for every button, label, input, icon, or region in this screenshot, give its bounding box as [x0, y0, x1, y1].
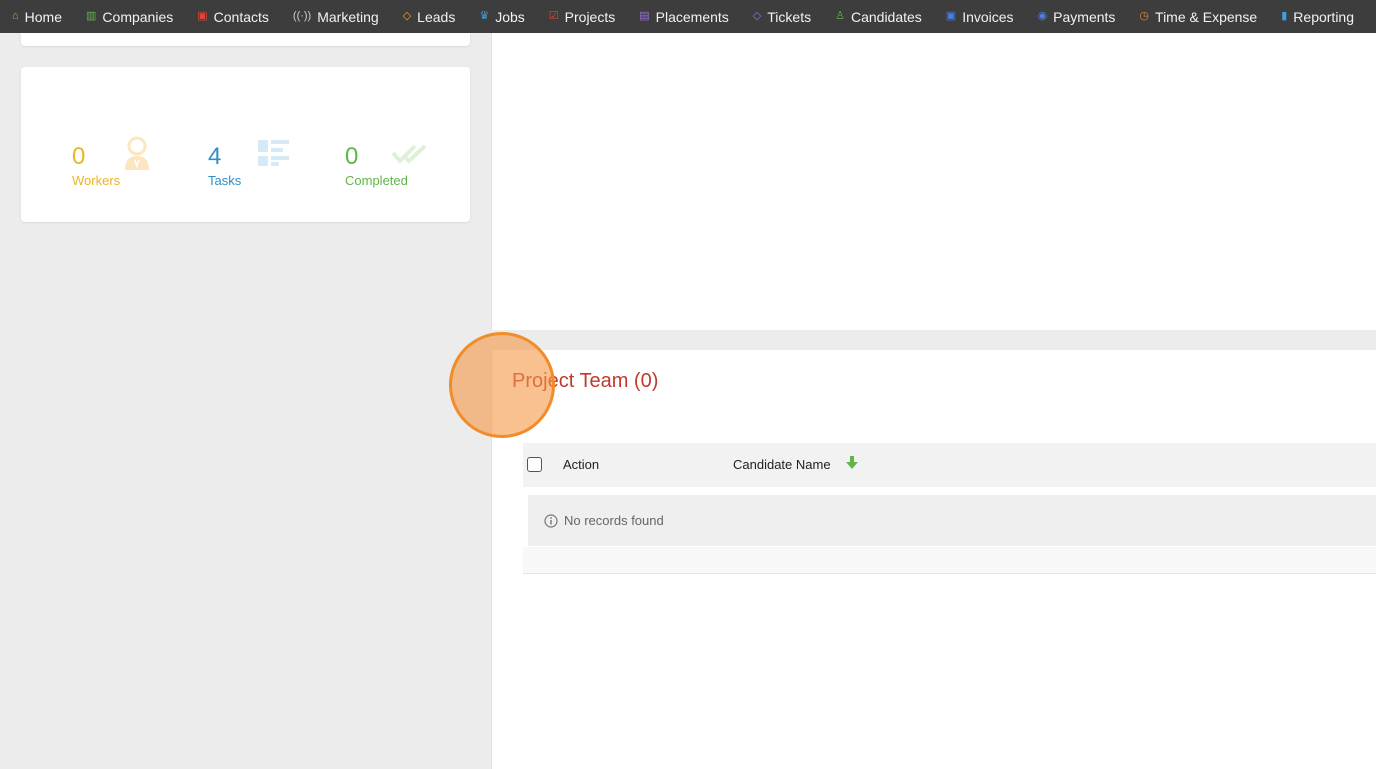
nav-item-label: Projects: [564, 8, 616, 25]
nav-item-label: Leads: [417, 8, 456, 25]
nav-item-leads[interactable]: ◇ Leads: [391, 0, 468, 33]
contacts-icon: ▣: [197, 10, 208, 22]
nav-item-reporting[interactable]: ▮ Reporting: [1269, 0, 1366, 33]
column-action: Action: [563, 457, 600, 472]
person-icon: ♙: [835, 10, 845, 22]
select-all-checkbox[interactable]: [527, 457, 542, 472]
bar-chart-icon: ▮: [1281, 10, 1288, 22]
broadcast-icon: ((·)): [292, 10, 312, 22]
nav-item-label: Contacts: [213, 8, 269, 25]
tag-icon: ◇: [752, 10, 762, 22]
column-candidate-name[interactable]: Candidate Name: [733, 457, 831, 472]
empty-state-row: No records found: [528, 495, 1376, 546]
workers-count: 0: [72, 143, 86, 170]
nav-item-projects[interactable]: ☑ Projects: [537, 0, 627, 33]
info-icon: [544, 513, 558, 528]
nav-item-label: Candidates: [850, 8, 922, 25]
nav-item-payments[interactable]: ◉ Payments: [1026, 0, 1128, 33]
info-card: [21, 33, 470, 46]
nav-item-label: Home: [24, 8, 63, 25]
top-nav: ⌂ Home ▥ Companies ▣ Contacts ((·)) Marketing ◇ L…: [0, 0, 1376, 33]
tasks-label: Tasks: [208, 173, 242, 188]
task-list-icon: [258, 140, 289, 166]
briefcase-icon: ▤: [639, 10, 650, 22]
nav-item-companies[interactable]: ▥ Companies: [74, 0, 185, 33]
building-icon: ▥: [86, 10, 97, 22]
completed-label: Completed: [345, 173, 408, 188]
workers-label: Workers: [72, 173, 121, 188]
coins-icon: ◉: [1037, 10, 1048, 22]
trophy-icon: ♛: [479, 10, 490, 22]
nav-item-label: Invoices: [962, 8, 1014, 25]
nav-item-contacts[interactable]: ▣ Contacts: [185, 0, 281, 33]
project-details-panel: [491, 33, 1376, 330]
invoice-icon: ▣: [945, 10, 957, 22]
nav-item-label: Companies: [102, 8, 174, 25]
nav-item-candidates[interactable]: ♙ Candidates: [823, 0, 934, 33]
nav-item-label: Time & Expense: [1155, 8, 1258, 25]
clock-icon: ◷: [1139, 10, 1150, 22]
nav-item-jobs[interactable]: ♛ Jobs: [467, 0, 536, 33]
checklist-icon: ☑: [548, 10, 559, 22]
nav-item-label: Jobs: [495, 8, 525, 25]
tasks-count: 4: [208, 143, 222, 170]
click-indicator: [449, 332, 555, 438]
table-header: [523, 443, 1376, 487]
nav-item-home[interactable]: ⌂ Home: [0, 0, 74, 33]
worker-icon: [125, 136, 149, 170]
nav-item-label: Placements: [655, 8, 729, 25]
leads-icon: ◇: [402, 10, 412, 22]
completed-count: 0: [345, 143, 359, 170]
nav-item-marketing[interactable]: ((·)) Marketing: [281, 0, 391, 33]
sort-arrow-down-icon[interactable]: [846, 456, 858, 470]
table-footer: [523, 547, 1376, 574]
nav-item-label: Reporting: [1293, 8, 1354, 25]
home-icon: ⌂: [12, 10, 19, 22]
nav-item-label: Tickets: [767, 8, 812, 25]
empty-state-text: No records found: [564, 513, 664, 528]
nav-item-label: Marketing: [317, 8, 379, 25]
nav-item-time-expense[interactable]: ◷ Time & Expense: [1127, 0, 1269, 33]
nav-item-placements[interactable]: ▤ Placements: [627, 0, 741, 33]
nav-item-label: Payments: [1053, 8, 1116, 25]
double-check-icon: [391, 144, 427, 164]
nav-item-tickets[interactable]: ◇ Tickets: [741, 0, 823, 33]
nav-item-invoices[interactable]: ▣ Invoices: [934, 0, 1026, 33]
